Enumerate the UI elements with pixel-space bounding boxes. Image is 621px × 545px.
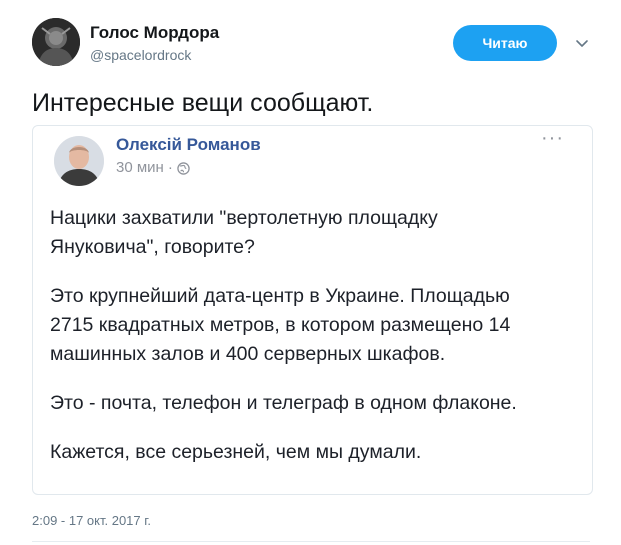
- post-paragraph: Это - почта, телефон и телеграф в одном …: [50, 392, 517, 414]
- post-paragraph: Нацики захватили "вертолетную площадку Я…: [50, 207, 438, 258]
- embedded-post-time: 30 мин: [116, 159, 164, 176]
- tweet-text: Интересные вещи сообщают.: [32, 89, 374, 117]
- embedded-author-name: Олексій Романов: [116, 135, 261, 154]
- embedded-post-body: Нацики захватили "вертолетную площадку Я…: [50, 204, 580, 487]
- tweet-menu-button[interactable]: [574, 36, 590, 52]
- author-avatar[interactable]: [32, 18, 80, 66]
- meta-separator: ·: [167, 159, 173, 176]
- author-display-name[interactable]: Голос Мордора: [90, 22, 219, 44]
- avatar-image: [32, 18, 80, 66]
- media-image[interactable]: Олексій Романов 30 мин · ··· Нацики захв…: [32, 125, 593, 495]
- more-horizontal-icon: ···: [541, 127, 564, 149]
- following-button[interactable]: Читаю: [453, 25, 557, 61]
- embedded-author-avatar: [54, 136, 104, 186]
- post-paragraph: Кажется, все серьезней, чем мы думали.: [50, 441, 422, 463]
- post-paragraph: Это крупнейший дата-центр в Украине. Пло…: [50, 285, 511, 365]
- author-handle[interactable]: @spacelordrock: [90, 46, 219, 64]
- globe-icon: [177, 161, 190, 175]
- tweet-timestamp[interactable]: 2:09 - 17 окт. 2017 г.: [32, 512, 151, 530]
- divider: [32, 541, 590, 542]
- avatar-image: [54, 136, 104, 186]
- chevron-down-icon: [576, 40, 588, 47]
- author-names: Голос Мордора @spacelordrock: [90, 22, 219, 64]
- embedded-post-meta: 30 мин ·: [116, 158, 190, 178]
